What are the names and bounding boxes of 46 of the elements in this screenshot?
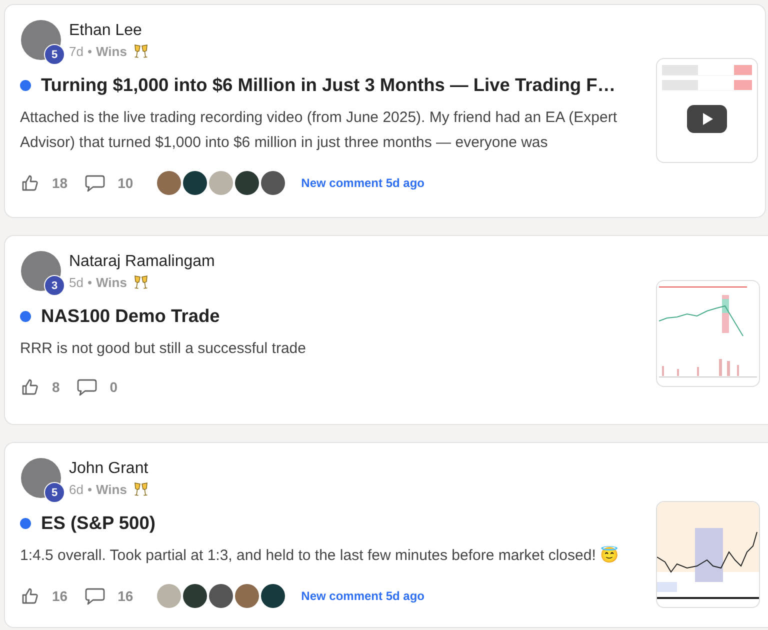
post-excerpt: 1:4.5 overall. Took partial at 1:3, and held to the last few minutes before market closed! 😇 bbox=[20, 545, 620, 566]
post-excerpt: RRR is not good but still a successful trade bbox=[20, 339, 307, 359]
commenter-avatar[interactable] bbox=[183, 171, 208, 195]
post-title[interactable]: ES (S&P 500) bbox=[41, 512, 156, 534]
separator-dot: • bbox=[87, 274, 92, 290]
clinking-glasses-icon bbox=[132, 481, 149, 497]
video-thumbnail[interactable] bbox=[656, 58, 758, 163]
post-card[interactable] bbox=[4, 4, 766, 218]
new-comment-link[interactable]: New comment 5d ago bbox=[301, 589, 425, 603]
post-time: 5d bbox=[69, 274, 84, 290]
separator-dot: • bbox=[87, 44, 92, 58]
commenter-avatar[interactable] bbox=[261, 584, 286, 608]
post-time: 6d bbox=[69, 482, 84, 496]
author-name[interactable]: Nataraj Ramalingam bbox=[69, 253, 215, 271]
post-title[interactable]: NAS100 Demo Trade bbox=[41, 305, 220, 327]
thumbs-up-icon bbox=[20, 173, 40, 193]
post-title[interactable]: Turning $1,000 into $6 Million in Just 3 Months — Live Trading F… bbox=[41, 74, 616, 96]
post-card[interactable]: 3 Nataraj Ramalingam 5d • Wins NAS100 Demo Trade RRR is not good but still a successful trade 8 0 bbox=[4, 235, 768, 425]
level-badge: 5 bbox=[44, 482, 65, 503]
like-count: 16 bbox=[52, 588, 68, 604]
play-button-icon bbox=[687, 105, 727, 133]
clinking-glasses-icon bbox=[132, 274, 149, 290]
comment-count: 10 bbox=[118, 175, 134, 191]
like-count: 18 bbox=[52, 175, 68, 191]
level-badge: 3 bbox=[44, 275, 65, 296]
new-comment-link[interactable]: New comment 5d ago bbox=[301, 176, 425, 190]
comment-icon bbox=[84, 173, 106, 193]
commenter-avatar[interactable] bbox=[209, 584, 234, 608]
clinking-glasses-icon bbox=[132, 43, 149, 59]
post-card[interactable]: 5 John Grant 6d • Wins ES (S&P 500) 1:4.5 overall. Took partial at 1:3, and held to the last few minutes before market closed! 😇 16 16 New comment 5d ago bbox=[4, 442, 768, 628]
comment-count: 16 bbox=[118, 588, 134, 604]
level-badge: 5 bbox=[44, 44, 65, 65]
commenter-avatar[interactable] bbox=[235, 171, 260, 195]
commenter-avatar[interactable] bbox=[261, 171, 286, 195]
commenter-avatar[interactable] bbox=[183, 584, 208, 608]
comment-icon bbox=[84, 586, 106, 606]
author-name[interactable]: Ethan Lee bbox=[69, 22, 149, 40]
thumbs-up-icon bbox=[20, 586, 40, 606]
post-time: 7d bbox=[69, 44, 84, 58]
thumbs-up-icon bbox=[20, 377, 40, 397]
separator-dot: • bbox=[87, 482, 92, 496]
author-name[interactable]: John Grant bbox=[69, 460, 149, 478]
comment-icon bbox=[76, 377, 98, 397]
post-excerpt: Attached is the live trading recording video (from June 2025). My friend had an EA (Expert Advisor) that turned $1,000 into $6 million in just three months — everyone was bbox=[20, 108, 618, 153]
comment-count: 0 bbox=[110, 379, 118, 395]
like-count: 8 bbox=[52, 379, 60, 395]
